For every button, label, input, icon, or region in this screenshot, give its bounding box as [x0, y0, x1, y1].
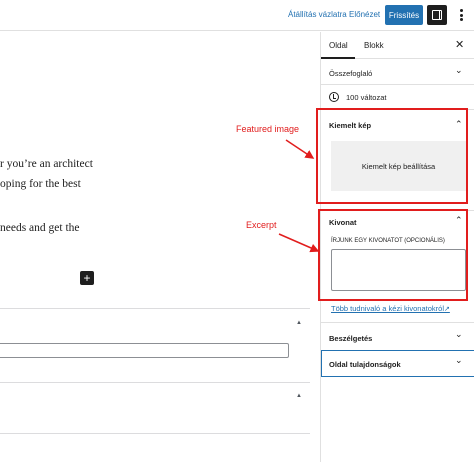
- chevron-down-icon[interactable]: ⌄: [455, 65, 463, 76]
- paragraph-block-line[interactable]: r you’re an architect: [0, 158, 93, 170]
- active-tab-indicator: [321, 57, 355, 59]
- more-options-button[interactable]: [454, 7, 468, 23]
- meta-box-toggle-icon[interactable]: ▲: [296, 393, 302, 399]
- sidebar-tabs: Oldal Blokk ✕: [321, 32, 474, 59]
- history-icon: [329, 92, 339, 102]
- excerpt-highlight: [318, 209, 468, 301]
- meta-box-divider: [0, 382, 310, 383]
- paragraph-block-line[interactable]: needs and get the: [0, 222, 80, 234]
- preview-button[interactable]: Előnézet: [349, 10, 380, 19]
- external-link-icon: ↗: [443, 306, 450, 313]
- revisions-link[interactable]: 100 változat: [346, 93, 386, 102]
- dot: [459, 13, 463, 17]
- panel-title-discussion[interactable]: Beszélgetés: [329, 334, 372, 343]
- meta-box-input[interactable]: [0, 343, 289, 358]
- featured-image-annotation: Featured image: [236, 124, 300, 134]
- tab-block[interactable]: Blokk: [364, 41, 384, 50]
- tab-page[interactable]: Oldal: [329, 41, 348, 50]
- dot: [459, 9, 463, 12]
- panel-divider: [321, 322, 474, 323]
- panel-title-summary[interactable]: Összefoglaló: [329, 69, 372, 78]
- switch-to-draft-button[interactable]: Átállítás vázlatra: [288, 10, 347, 19]
- settings-toggle-button[interactable]: [427, 5, 447, 25]
- chevron-down-icon[interactable]: ⌄: [455, 355, 463, 366]
- meta-box-divider: [0, 433, 310, 434]
- chevron-down-icon[interactable]: ⌄: [455, 329, 463, 340]
- excerpt-help-link[interactable]: Több tudnivaló a kézi kivonatokról↗: [331, 304, 450, 313]
- featured-image-highlight: [316, 108, 468, 204]
- dot: [459, 18, 463, 21]
- sidebar-icon: [432, 10, 442, 20]
- excerpt-annotation: Excerpt: [246, 220, 277, 230]
- excerpt-help-link-text: Több tudnivaló a kézi kivonatokról: [331, 304, 444, 313]
- meta-box-toggle-icon[interactable]: ▲: [296, 320, 302, 326]
- panel-title-page-attributes[interactable]: Oldal tulajdonságok: [329, 360, 401, 369]
- close-icon[interactable]: ✕: [455, 38, 464, 51]
- paragraph-block-line[interactable]: oping for the best: [0, 178, 81, 190]
- panel-divider: [321, 84, 474, 85]
- block-inserter-button[interactable]: +: [80, 271, 94, 285]
- meta-box-divider: [0, 308, 310, 309]
- editor-toolbar: Átállítás vázlatra Előnézet Frissítés: [0, 0, 474, 31]
- update-button[interactable]: Frissítés: [385, 5, 423, 25]
- editor-canvas: r you’re an architect oping for the best…: [0, 32, 310, 462]
